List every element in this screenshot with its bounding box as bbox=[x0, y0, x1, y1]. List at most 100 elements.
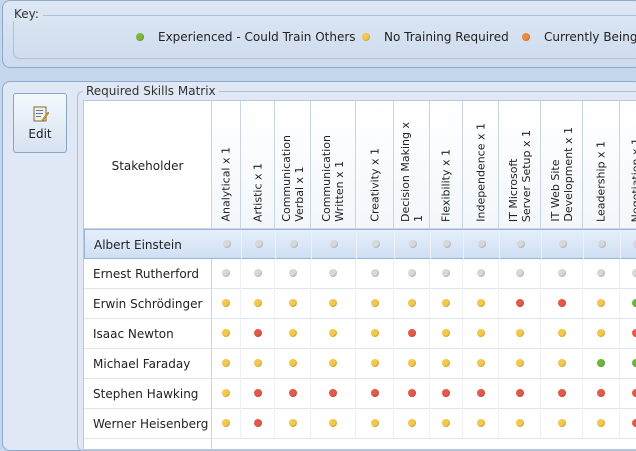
skill-cell[interactable] bbox=[356, 349, 394, 379]
skill-cell[interactable] bbox=[212, 349, 241, 379]
skill-cell[interactable] bbox=[584, 230, 621, 260]
skill-cell[interactable] bbox=[213, 230, 242, 260]
skill-cell[interactable] bbox=[463, 259, 499, 289]
skill-cell[interactable] bbox=[583, 409, 620, 439]
skill-cell[interactable] bbox=[583, 349, 620, 379]
skill-cell[interactable] bbox=[212, 409, 241, 439]
skill-cell[interactable] bbox=[541, 409, 583, 439]
skill-cell[interactable] bbox=[356, 409, 394, 439]
skill-cell[interactable] bbox=[430, 349, 463, 379]
skill-cell[interactable] bbox=[583, 379, 620, 409]
skill-cell[interactable] bbox=[499, 289, 541, 319]
skill-column-header[interactable]: Flexibility x 1 bbox=[430, 101, 463, 229]
skill-cell[interactable] bbox=[275, 259, 311, 289]
skill-cell[interactable] bbox=[275, 319, 311, 349]
table-row[interactable]: Werner Heisenberg bbox=[84, 409, 636, 439]
skill-cell[interactable] bbox=[311, 259, 356, 289]
table-row[interactable]: Ernest Rutherford bbox=[84, 259, 636, 289]
skill-cell[interactable] bbox=[357, 230, 395, 260]
skill-cell[interactable] bbox=[242, 230, 276, 260]
skill-cell[interactable] bbox=[499, 319, 541, 349]
skill-cell[interactable] bbox=[463, 379, 499, 409]
skill-cell[interactable] bbox=[621, 230, 636, 260]
skill-cell[interactable] bbox=[275, 349, 311, 379]
skill-cell[interactable] bbox=[500, 230, 542, 260]
skill-cell[interactable] bbox=[241, 259, 275, 289]
skill-cell[interactable] bbox=[430, 319, 463, 349]
skill-cell[interactable] bbox=[356, 379, 394, 409]
skill-cell[interactable] bbox=[620, 319, 636, 349]
skill-cell[interactable] bbox=[430, 379, 463, 409]
skill-cell[interactable] bbox=[463, 409, 499, 439]
skill-cell[interactable] bbox=[620, 289, 636, 319]
skill-cell[interactable] bbox=[499, 349, 541, 379]
edit-button[interactable]: Edit bbox=[13, 93, 67, 153]
skill-cell[interactable] bbox=[241, 289, 275, 319]
skill-cell[interactable] bbox=[430, 259, 463, 289]
skill-cell[interactable] bbox=[620, 379, 636, 409]
skill-column-header[interactable]: Artistic x 1 bbox=[241, 101, 275, 229]
skill-cell[interactable] bbox=[395, 230, 431, 260]
skill-column-header[interactable]: IT Microsoft Server Setup x 1 bbox=[499, 101, 541, 229]
table-row[interactable]: Albert Einstein bbox=[84, 229, 636, 259]
skill-cell[interactable] bbox=[464, 230, 500, 260]
skill-cell[interactable] bbox=[541, 259, 583, 289]
skill-column-header[interactable]: Creativity x 1 bbox=[356, 101, 394, 229]
skill-cell[interactable] bbox=[542, 230, 584, 260]
table-row[interactable]: Stephen Hawking bbox=[84, 379, 636, 409]
skill-cell[interactable] bbox=[275, 379, 311, 409]
skill-cell[interactable] bbox=[430, 409, 463, 439]
skill-cell[interactable] bbox=[463, 289, 499, 319]
skill-cell[interactable] bbox=[241, 349, 275, 379]
skill-cell[interactable] bbox=[212, 259, 241, 289]
skill-cell[interactable] bbox=[541, 379, 583, 409]
skill-column-header[interactable]: Analytical x 1 bbox=[212, 101, 241, 229]
skill-cell[interactable] bbox=[311, 379, 356, 409]
skill-cell[interactable] bbox=[275, 409, 311, 439]
skill-cell[interactable] bbox=[583, 319, 620, 349]
skill-cell[interactable] bbox=[241, 319, 275, 349]
skill-cell[interactable] bbox=[541, 319, 583, 349]
table-row[interactable]: Erwin Schrödinger bbox=[84, 289, 636, 319]
skill-cell[interactable] bbox=[312, 230, 357, 260]
skill-cell[interactable] bbox=[356, 289, 394, 319]
skill-cell[interactable] bbox=[620, 349, 636, 379]
skill-cell[interactable] bbox=[394, 409, 430, 439]
skill-column-header[interactable]: Communication Written x 1 bbox=[311, 101, 356, 229]
skill-cell[interactable] bbox=[463, 349, 499, 379]
skill-column-header[interactable]: Independence x 1 bbox=[463, 101, 499, 229]
skill-cell[interactable] bbox=[311, 409, 356, 439]
skill-cell[interactable] bbox=[394, 319, 430, 349]
skill-cell[interactable] bbox=[356, 319, 394, 349]
skill-cell[interactable] bbox=[394, 379, 430, 409]
skill-cell[interactable] bbox=[541, 349, 583, 379]
skill-cell[interactable] bbox=[583, 259, 620, 289]
skill-cell[interactable] bbox=[356, 259, 394, 289]
skill-column-header[interactable]: IT Web Site Development x 1 bbox=[541, 101, 583, 229]
table-row[interactable]: Michael Faraday bbox=[84, 349, 636, 379]
skill-cell[interactable] bbox=[499, 379, 541, 409]
skill-cell[interactable] bbox=[241, 379, 275, 409]
skill-column-header[interactable]: Communication Verbal x 1 bbox=[275, 101, 311, 229]
skill-cell[interactable] bbox=[276, 230, 312, 260]
table-row[interactable]: Isaac Newton bbox=[84, 319, 636, 349]
skill-cell[interactable] bbox=[311, 349, 356, 379]
skill-cell[interactable] bbox=[620, 259, 636, 289]
skill-column-header[interactable]: Leadership x 1 bbox=[583, 101, 620, 229]
skill-cell[interactable] bbox=[212, 289, 241, 319]
skill-cell[interactable] bbox=[430, 289, 463, 319]
skill-cell[interactable] bbox=[275, 289, 311, 319]
skill-cell[interactable] bbox=[431, 230, 464, 260]
skill-column-header[interactable]: Negotiation x 1 bbox=[620, 101, 636, 229]
skill-cell[interactable] bbox=[212, 319, 241, 349]
skill-cell[interactable] bbox=[394, 259, 430, 289]
skill-cell[interactable] bbox=[463, 319, 499, 349]
skill-cell[interactable] bbox=[212, 379, 241, 409]
skill-cell[interactable] bbox=[620, 409, 636, 439]
skill-cell[interactable] bbox=[499, 259, 541, 289]
skill-cell[interactable] bbox=[311, 289, 356, 319]
skill-cell[interactable] bbox=[394, 289, 430, 319]
stakeholder-column-header[interactable]: Stakeholder bbox=[84, 101, 212, 229]
skill-cell[interactable] bbox=[394, 349, 430, 379]
skill-cell[interactable] bbox=[241, 409, 275, 439]
